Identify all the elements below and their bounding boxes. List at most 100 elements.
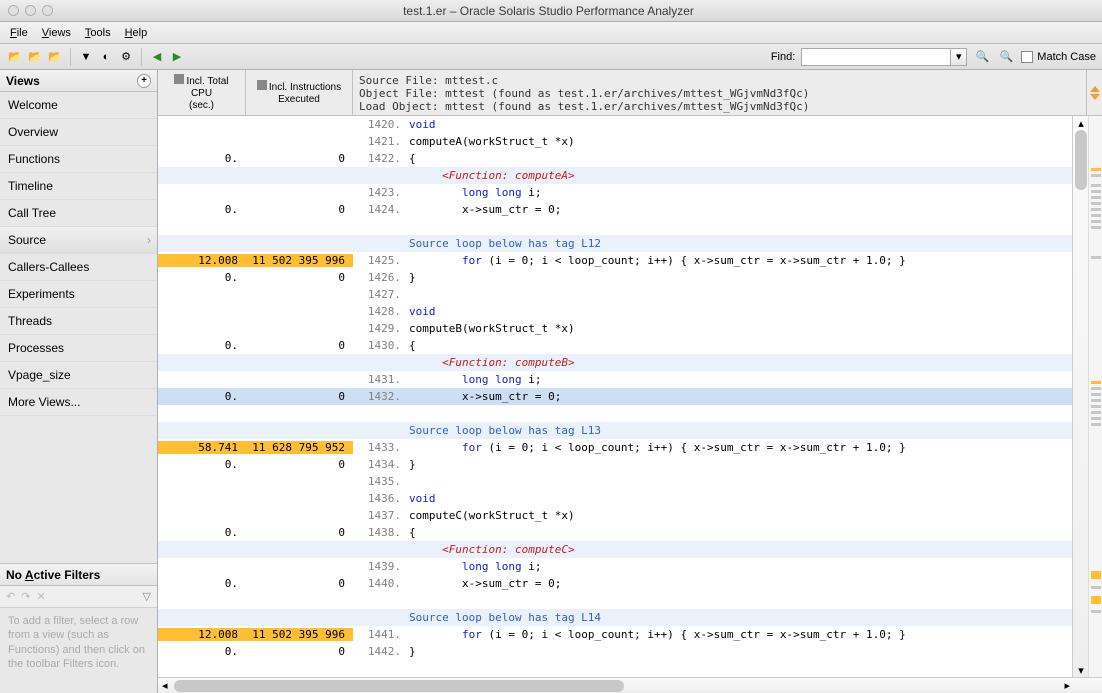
source-row[interactable]: 58.74111 628 795 9521433. for (i = 0; i … — [158, 439, 1072, 456]
source-row[interactable]: 1428.void — [158, 303, 1072, 320]
menu-views[interactable]: Views — [36, 25, 77, 41]
overview-mark[interactable] — [1091, 226, 1101, 229]
overview-mark[interactable] — [1091, 393, 1101, 396]
remove-filter-icon[interactable]: ✕ — [36, 590, 45, 603]
settings-icon[interactable]: ⚙ — [117, 48, 135, 66]
overview-mark[interactable] — [1091, 208, 1101, 211]
sidebar-item-vpage-size[interactable]: Vpage_size — [0, 362, 157, 389]
col-header-instructions[interactable]: Incl. Instructions Executed — [246, 70, 353, 115]
overview-mark[interactable] — [1091, 387, 1101, 390]
filters-icon[interactable]: ▼ — [77, 48, 95, 66]
find-up-icon[interactable]: 🔍 — [973, 48, 991, 66]
sidebar-item-more-views-[interactable]: More Views... — [0, 389, 157, 416]
source-row[interactable]: 1421.computeA(workStruct_t *x) — [158, 133, 1072, 150]
source-row[interactable]: Source loop below has tag L14 — [158, 609, 1072, 626]
sidebar-item-experiments[interactable]: Experiments — [0, 281, 157, 308]
overview-mark[interactable] — [1091, 381, 1101, 384]
source-body[interactable]: 1420.void1421.computeA(workStruct_t *x)0… — [158, 116, 1072, 677]
overview-mark[interactable] — [1091, 571, 1101, 579]
sidebar-item-source[interactable]: Source — [0, 227, 157, 254]
menu-tools[interactable]: Tools — [79, 25, 117, 41]
overview-mark[interactable] — [1091, 214, 1101, 217]
overview-mark[interactable] — [1091, 184, 1101, 187]
overview-mark[interactable] — [1091, 190, 1101, 193]
sidebar-item-welcome[interactable]: Welcome — [0, 92, 157, 119]
scroll-thumb[interactable] — [1075, 130, 1087, 190]
overview-mark[interactable] — [1091, 405, 1101, 408]
open-experiment-icon[interactable]: 📂 — [6, 48, 24, 66]
source-row[interactable]: 12.00811 502 395 9961441. for (i = 0; i … — [158, 626, 1072, 643]
menu-file[interactable]: File — [4, 25, 34, 41]
sidebar-item-threads[interactable]: Threads — [0, 308, 157, 335]
horizontal-scrollbar[interactable]: ◂ ▸ — [158, 677, 1102, 693]
overview-mark[interactable] — [1091, 610, 1101, 613]
aggregate-experiments-icon[interactable]: 📂 — [46, 48, 64, 66]
overview-mark[interactable] — [1091, 174, 1101, 177]
find-dropdown[interactable]: ▾ — [951, 48, 967, 66]
add-view-button[interactable]: + — [137, 74, 151, 88]
find-input[interactable] — [801, 48, 951, 66]
source-row[interactable]: 0.01430.{ — [158, 337, 1072, 354]
source-row[interactable]: 0.01440. x->sum_ctr = 0; — [158, 575, 1072, 592]
minimize-window-btn[interactable] — [25, 5, 36, 16]
overview-mark[interactable] — [1091, 220, 1101, 223]
overview-mark[interactable] — [1091, 168, 1101, 171]
overview-mark[interactable] — [1091, 196, 1101, 199]
overview-mark[interactable] — [1091, 256, 1101, 259]
overview-mark[interactable] — [1091, 417, 1101, 420]
sidebar-item-overview[interactable]: Overview — [0, 119, 157, 146]
col-header-cpu[interactable]: Incl. Total CPU (sec.) — [158, 70, 246, 115]
scroll-left-icon[interactable]: ◂ — [158, 679, 172, 692]
overview-mark[interactable] — [1091, 586, 1101, 589]
hscroll-thumb[interactable] — [174, 680, 624, 692]
overview-mark[interactable] — [1091, 411, 1101, 414]
source-row[interactable]: 1429.computeB(workStruct_t *x) — [158, 320, 1072, 337]
close-window-btn[interactable] — [8, 5, 19, 16]
source-row[interactable] — [158, 405, 1072, 422]
source-row[interactable]: Source loop below has tag L12 — [158, 235, 1072, 252]
sidebar-item-functions[interactable]: Functions — [0, 146, 157, 173]
source-row[interactable]: 1437.computeC(workStruct_t *x) — [158, 507, 1072, 524]
scroll-down-icon[interactable]: ▾ — [1074, 663, 1088, 677]
source-row[interactable]: 0.01426.} — [158, 269, 1072, 286]
undo-filter-icon[interactable]: ↶ — [6, 590, 15, 603]
source-row[interactable]: 12.00811 502 395 9961425. for (i = 0; i … — [158, 252, 1072, 269]
overview-mark[interactable] — [1091, 202, 1101, 205]
prev-hot-icon[interactable] — [1090, 86, 1100, 92]
source-row[interactable]: 1439. long long i; — [158, 558, 1072, 575]
source-row[interactable]: <Function: computeA> — [158, 167, 1072, 184]
source-row[interactable]: 1436.void — [158, 490, 1072, 507]
library-visibility-icon[interactable]: ◐ — [97, 48, 115, 66]
filter-funnel-icon[interactable]: ▽ — [143, 590, 151, 603]
sidebar-item-processes[interactable]: Processes — [0, 335, 157, 362]
next-hot-icon[interactable] — [1090, 94, 1100, 100]
zoom-window-btn[interactable] — [42, 5, 53, 16]
compare-experiments-icon[interactable]: 📂 — [26, 48, 44, 66]
source-row[interactable] — [158, 592, 1072, 609]
source-row[interactable]: 0.01432. x->sum_ctr = 0; — [158, 388, 1072, 405]
source-row[interactable]: <Function: computeC> — [158, 541, 1072, 558]
scroll-up-icon[interactable]: ▴ — [1074, 116, 1088, 130]
overview-strip[interactable] — [1088, 116, 1102, 677]
overview-mark[interactable] — [1091, 596, 1101, 604]
source-row[interactable]: 0.01442.} — [158, 643, 1072, 660]
source-row[interactable]: Source loop below has tag L13 — [158, 422, 1072, 439]
source-row[interactable]: 1431. long long i; — [158, 371, 1072, 388]
overview-mark[interactable] — [1091, 423, 1101, 426]
sidebar-item-callers-callees[interactable]: Callers-Callees — [0, 254, 157, 281]
source-row[interactable]: 1423. long long i; — [158, 184, 1072, 201]
match-case-checkbox[interactable]: Match Case — [1021, 51, 1096, 63]
source-row[interactable]: 0.01434.} — [158, 456, 1072, 473]
source-row[interactable]: <Function: computeB> — [158, 354, 1072, 371]
source-row[interactable]: 0.01422.{ — [158, 150, 1072, 167]
source-row[interactable] — [158, 218, 1072, 235]
source-row[interactable]: 1420.void — [158, 116, 1072, 133]
sidebar-item-timeline[interactable]: Timeline — [0, 173, 157, 200]
source-row[interactable]: 1435. — [158, 473, 1072, 490]
scroll-right-icon[interactable]: ▸ — [1064, 679, 1070, 692]
redo-filter-icon[interactable]: ↷ — [21, 590, 30, 603]
menu-help[interactable]: Help — [119, 25, 154, 41]
source-row[interactable]: 1427. — [158, 286, 1072, 303]
source-row[interactable]: 0.01438.{ — [158, 524, 1072, 541]
find-down-icon[interactable]: 🔍 — [997, 48, 1015, 66]
